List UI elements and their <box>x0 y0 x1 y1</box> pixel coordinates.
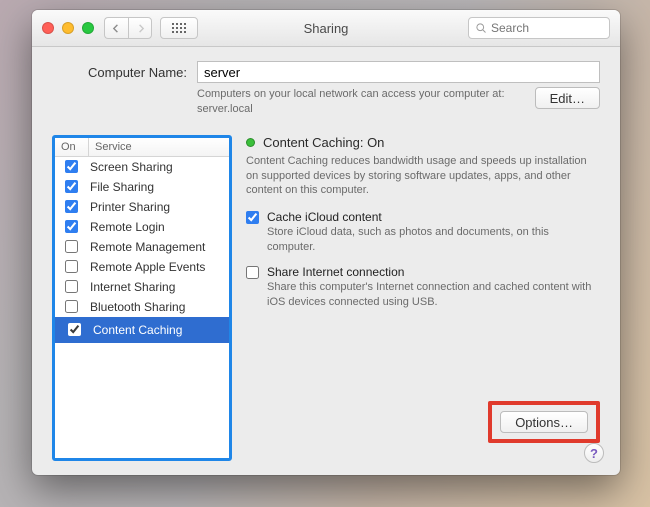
service-label: Printer Sharing <box>90 200 170 214</box>
option-subtitle: Share this computer's Internet connectio… <box>267 280 600 310</box>
share-internet-option: Share Internet connection Share this com… <box>246 265 600 310</box>
service-row-screen-sharing[interactable]: Screen Sharing <box>55 157 229 177</box>
search-input[interactable] <box>491 21 603 35</box>
service-toggle[interactable] <box>68 323 81 336</box>
services-header: On Service <box>55 138 229 157</box>
grid-icon <box>172 23 186 33</box>
service-label: Screen Sharing <box>90 160 173 174</box>
service-label: Bluetooth Sharing <box>90 300 185 314</box>
share-internet-checkbox[interactable] <box>246 266 259 279</box>
hint-line-1: Computers on your local network can acce… <box>197 88 505 100</box>
service-toggle[interactable] <box>65 240 78 253</box>
close-icon[interactable] <box>42 22 54 34</box>
minimize-icon[interactable] <box>62 22 74 34</box>
back-button[interactable] <box>104 17 128 39</box>
cache-icloud-checkbox[interactable] <box>246 211 259 224</box>
service-label: Remote Apple Events <box>90 260 205 274</box>
service-label: Internet Sharing <box>90 280 175 294</box>
status-row: Content Caching: On <box>246 135 600 150</box>
sharing-preferences-window: Sharing Computer Name: Computers on your… <box>32 10 620 475</box>
service-row-printer-sharing[interactable]: Printer Sharing <box>55 197 229 217</box>
service-label: File Sharing <box>90 180 154 194</box>
services-body: Screen Sharing File Sharing Printer Shar… <box>55 157 229 458</box>
service-toggle[interactable] <box>65 180 78 193</box>
help-button[interactable]: ? <box>584 443 604 463</box>
cache-icloud-text: Cache iCloud content Store iCloud data, … <box>267 210 600 255</box>
computer-name-row: Computer Name: <box>52 61 600 83</box>
highlight-marker: Content Caching <box>55 317 229 343</box>
service-row-file-sharing[interactable]: File Sharing <box>55 177 229 197</box>
nav-buttons <box>104 17 152 39</box>
service-toggle[interactable] <box>65 220 78 233</box>
service-row-remote-login[interactable]: Remote Login <box>55 217 229 237</box>
options-button[interactable]: Options… <box>500 411 588 433</box>
window-body: Computer Name: Computers on your local n… <box>32 47 620 475</box>
service-toggle[interactable] <box>65 260 78 273</box>
window-controls <box>42 22 94 34</box>
option-subtitle: Store iCloud data, such as photos and do… <box>267 225 600 255</box>
service-row-content-caching[interactable]: Content Caching <box>55 317 229 343</box>
service-row-internet-sharing[interactable]: Internet Sharing <box>55 277 229 297</box>
computer-name-label: Computer Name: <box>52 65 187 80</box>
computer-name-input[interactable] <box>197 61 600 83</box>
computer-name-hint: Computers on your local network can acce… <box>197 87 535 117</box>
panels: On Service Screen Sharing File Sharing P… <box>52 135 600 461</box>
option-title: Share Internet connection <box>267 265 600 279</box>
hint-line-2: server.local <box>197 103 253 115</box>
service-toggle[interactable] <box>65 300 78 313</box>
search-field[interactable] <box>468 17 610 39</box>
status-description: Content Caching reduces bandwidth usage … <box>246 154 600 199</box>
forward-button[interactable] <box>128 17 152 39</box>
service-row-remote-management[interactable]: Remote Management <box>55 237 229 257</box>
share-internet-text: Share Internet connection Share this com… <box>267 265 600 310</box>
zoom-icon[interactable] <box>82 22 94 34</box>
highlight-marker-options: Options… <box>488 401 600 443</box>
service-toggle[interactable] <box>65 200 78 213</box>
option-title: Cache iCloud content <box>267 210 600 224</box>
show-all-button[interactable] <box>160 17 198 39</box>
header-service: Service <box>89 138 229 156</box>
search-icon <box>475 22 487 34</box>
service-label: Content Caching <box>93 323 182 337</box>
chevron-left-icon <box>112 24 121 33</box>
service-row-remote-apple-events[interactable]: Remote Apple Events <box>55 257 229 277</box>
edit-button[interactable]: Edit… <box>535 87 600 109</box>
titlebar: Sharing <box>32 10 620 47</box>
cache-icloud-option: Cache iCloud content Store iCloud data, … <box>246 210 600 255</box>
status-title: Content Caching: On <box>263 135 384 150</box>
computer-name-hint-row: Computers on your local network can acce… <box>52 87 600 117</box>
service-toggle[interactable] <box>65 160 78 173</box>
services-list: On Service Screen Sharing File Sharing P… <box>52 135 232 461</box>
status-led-icon <box>246 138 255 147</box>
service-label: Remote Management <box>90 240 205 254</box>
service-detail: Content Caching: On Content Caching redu… <box>246 135 600 461</box>
service-toggle[interactable] <box>65 280 78 293</box>
service-label: Remote Login <box>90 220 165 234</box>
chevron-right-icon <box>136 24 145 33</box>
header-on: On <box>55 138 89 156</box>
service-row-bluetooth-sharing[interactable]: Bluetooth Sharing <box>55 297 229 317</box>
